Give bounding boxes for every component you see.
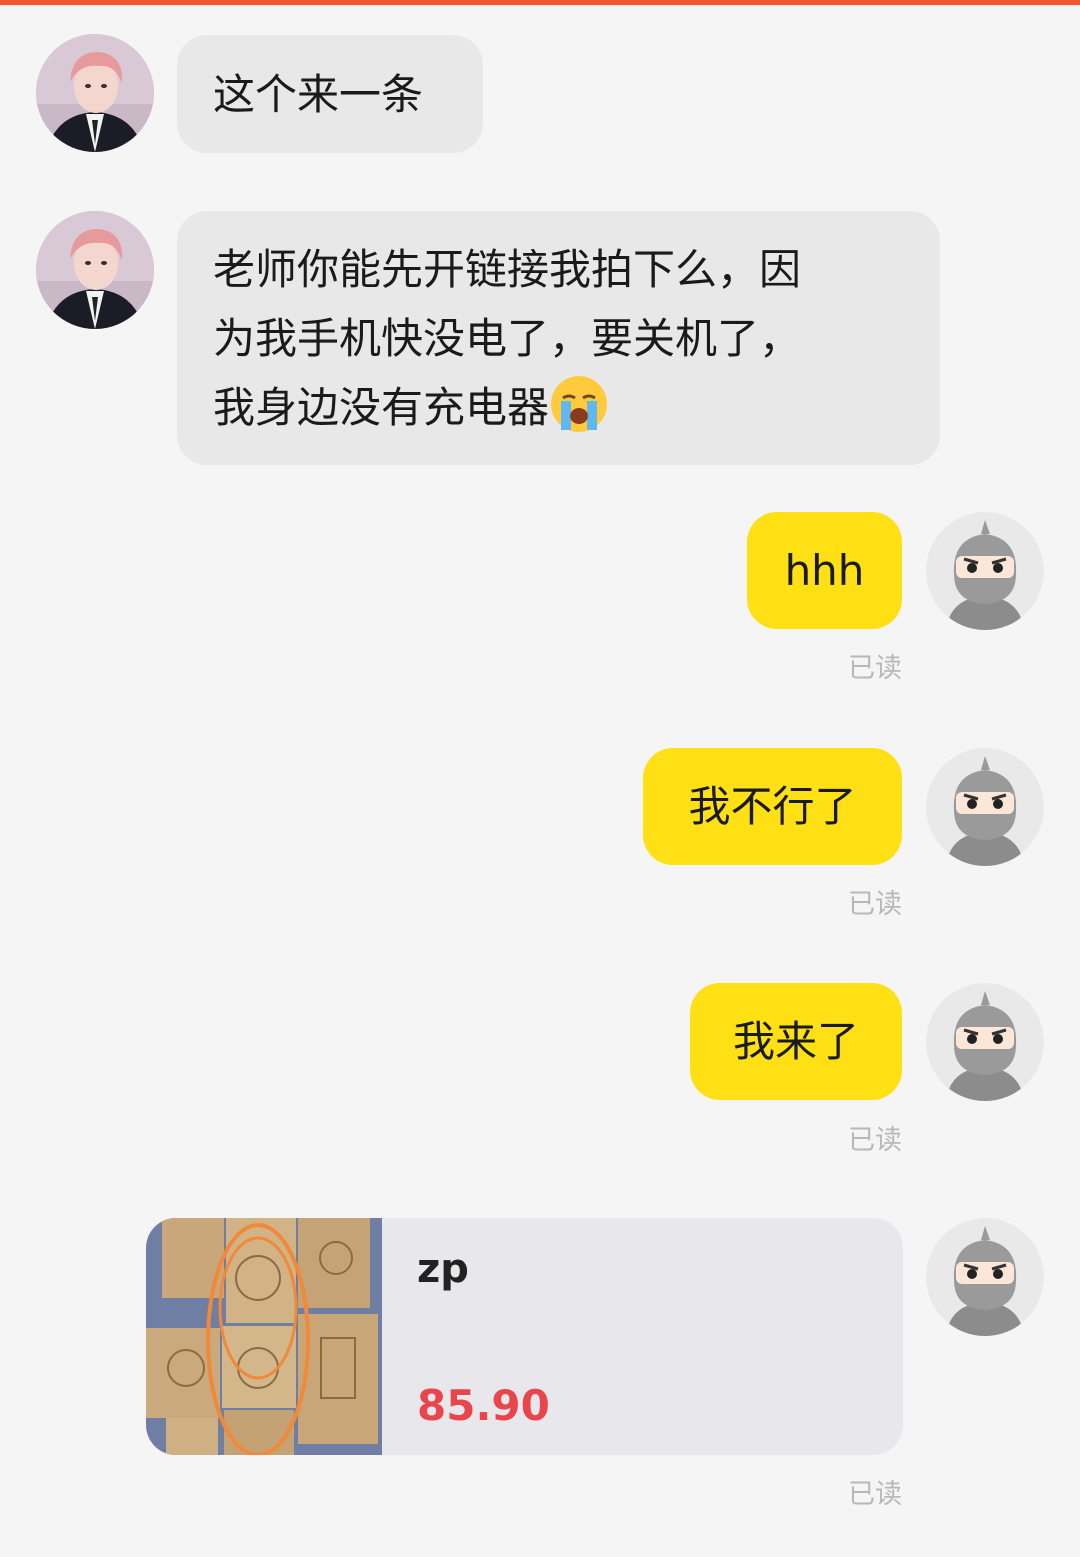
outgoing-message-bubble[interactable]: 我不行了	[643, 748, 902, 865]
message-line: 我身边没有充电器	[213, 383, 550, 432]
read-receipt: 已读	[848, 889, 902, 920]
seller-ninja-avatar[interactable]	[926, 512, 1044, 630]
product-name: zp	[417, 1246, 469, 1292]
product-thumbnail[interactable]	[146, 1218, 382, 1455]
product-card[interactable]: zp 85.90	[146, 1218, 903, 1455]
message-line: 为我手机快没电了，要关机了，	[213, 314, 802, 363]
seller-ninja-avatar[interactable]	[926, 748, 1044, 866]
product-price: 85.90	[417, 1381, 550, 1430]
message-line: 老师你能先开链接我拍下么，因	[213, 245, 802, 294]
user-avatar[interactable]	[36, 34, 154, 152]
outgoing-message-bubble[interactable]: 我来了	[690, 983, 902, 1100]
seller-ninja-avatar[interactable]	[926, 1218, 1044, 1336]
outgoing-message-bubble[interactable]: hhh	[747, 512, 902, 629]
message-text: 这个来一条	[213, 70, 424, 119]
incoming-message-bubble[interactable]: 这个来一条	[177, 35, 483, 153]
incoming-message-bubble[interactable]: 老师你能先开链接我拍下么，因 为我手机快没电了，要关机了， 我身边没有充电器	[177, 211, 940, 465]
message-text: hhh	[784, 546, 865, 595]
user-avatar[interactable]	[36, 211, 154, 329]
read-receipt: 已读	[848, 1125, 902, 1156]
message-text: 我不行了	[688, 782, 857, 831]
read-receipt: 已读	[848, 1479, 902, 1510]
top-accent-bar	[0, 0, 1080, 5]
loudly-crying-face-icon	[551, 376, 608, 432]
message-text: 我来了	[732, 1017, 859, 1066]
seller-ninja-avatar[interactable]	[926, 983, 1044, 1101]
read-receipt: 已读	[848, 653, 902, 684]
